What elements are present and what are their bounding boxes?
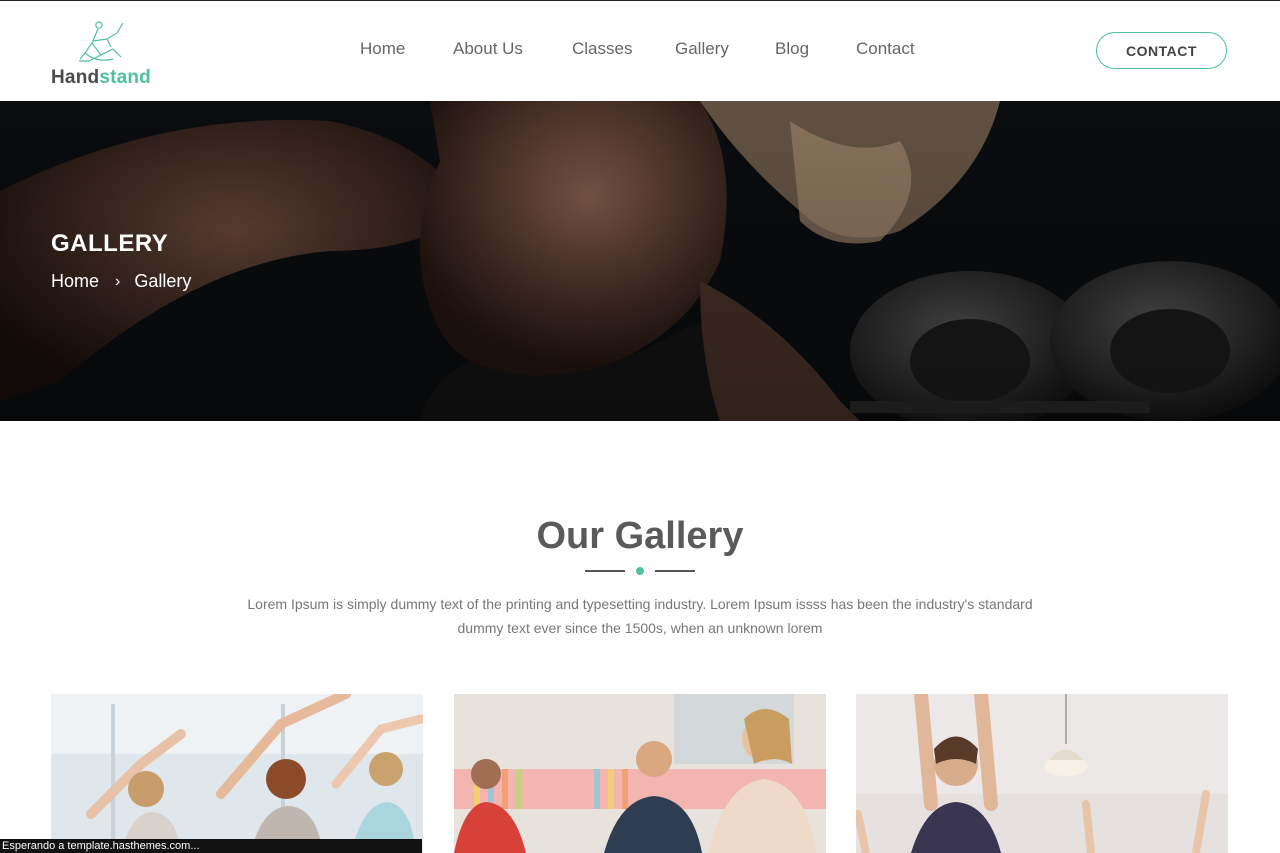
section-description: Lorem Ipsum is simply dummy text of the … bbox=[247, 596, 1033, 636]
browser-status-bar: Esperando a template.hasthemes.com... bbox=[0, 839, 422, 853]
divider-line-left bbox=[585, 570, 625, 572]
nav-item-contact[interactable]: Contact bbox=[856, 39, 915, 59]
brand-logo[interactable]: Handstand bbox=[51, 19, 161, 89]
weightlifting-hero-image bbox=[0, 101, 1280, 421]
contact-button[interactable]: CONTACT bbox=[1096, 32, 1227, 69]
brand-name: Handstand bbox=[51, 67, 151, 88]
divider-line-right bbox=[655, 570, 695, 572]
gallery-item[interactable] bbox=[51, 694, 423, 853]
yoga-pose-logo-icon bbox=[79, 21, 124, 62]
section-title: Our Gallery bbox=[536, 515, 744, 557]
nav-item-blog[interactable]: Blog bbox=[775, 39, 809, 59]
arms-raised-class-photo-icon bbox=[856, 694, 1228, 853]
nav-item-about-us[interactable]: About Us bbox=[453, 39, 523, 59]
meditation-class-photo-icon bbox=[454, 694, 826, 853]
gallery-item[interactable] bbox=[856, 694, 1228, 853]
page-hero-banner: GALLERY Home › Gallery bbox=[0, 101, 1280, 421]
breadcrumb: Home › Gallery bbox=[51, 271, 191, 292]
nav-item-gallery[interactable]: Gallery bbox=[675, 39, 729, 59]
section-divider bbox=[585, 566, 695, 576]
breadcrumb-current: Gallery bbox=[134, 271, 192, 291]
site-header: Handstand Home About Us Classes Gallery … bbox=[0, 1, 1280, 101]
breadcrumb-home-link[interactable]: Home bbox=[51, 271, 99, 292]
yoga-side-stretch-photo-icon bbox=[51, 694, 423, 853]
gallery-item[interactable] bbox=[454, 694, 826, 853]
nav-item-home[interactable]: Home bbox=[360, 39, 405, 59]
chevron-right-icon: › bbox=[115, 272, 121, 290]
nav-item-classes[interactable]: Classes bbox=[572, 39, 632, 59]
divider-dot-icon bbox=[636, 567, 644, 575]
page-title: GALLERY bbox=[51, 230, 169, 257]
